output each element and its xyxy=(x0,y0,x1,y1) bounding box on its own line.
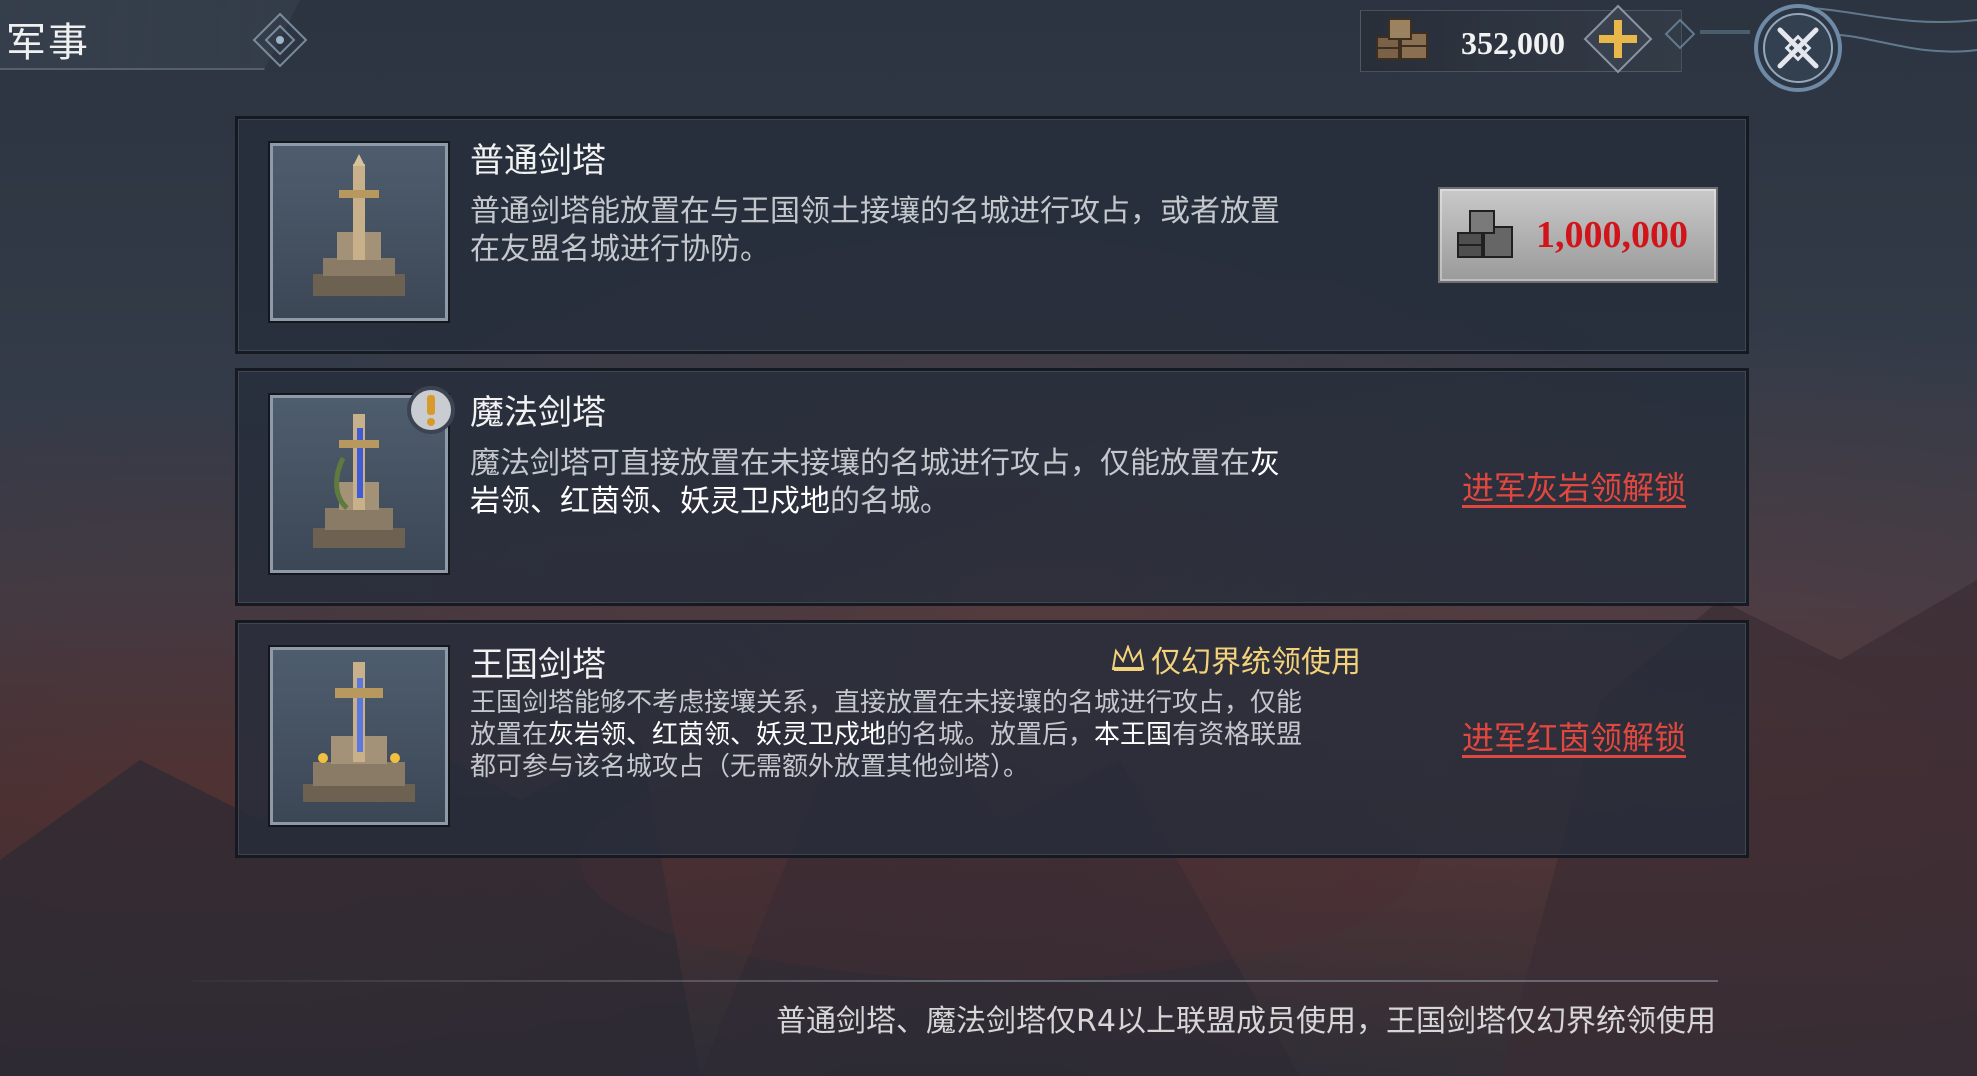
kingdom-sword-tower-icon xyxy=(303,662,415,802)
description-line: 魔法剑塔可直接放置在未接壤的名城进行攻占，仅能放置在灰 xyxy=(470,445,1400,483)
region-highlight: 岩领、红茵领、妖灵卫戍地 xyxy=(470,484,830,519)
close-button[interactable] xyxy=(1752,2,1844,94)
description-line: 普通剑塔能放置在与王国领土接壤的名城进行攻占，或者放置 xyxy=(470,194,1280,229)
footer-note: 普通剑塔、魔法剑塔仅R4以上联盟成员使用，王国剑塔仅幻界统领使用 xyxy=(776,1004,1716,1039)
card-title: 魔法剑塔 xyxy=(470,393,606,433)
description-text: 有资格联盟 xyxy=(1172,720,1303,750)
region-highlight: 灰岩领、红茵领、妖灵卫戍地 xyxy=(548,720,887,750)
sword-tower-icon xyxy=(313,154,405,296)
resource-value: 352,000 xyxy=(1461,25,1565,61)
restriction-text: 仅幻界统领使用 xyxy=(1151,645,1361,680)
card-description: 普通剑塔能放置在与王国领土接壤的名城进行攻占，或者放置 在友盟名城进行协防。 xyxy=(470,193,1400,269)
unlock-link[interactable]: 进军灰岩领解锁 xyxy=(1462,463,1686,509)
add-resource-button[interactable] xyxy=(1583,4,1653,74)
card-title: 王国剑塔 xyxy=(470,645,606,685)
exclamation-icon[interactable] xyxy=(406,385,456,435)
region-highlight: 本王国 xyxy=(1094,720,1173,750)
diamond-ornament-icon xyxy=(252,12,308,68)
cost-value: 1,000,000 xyxy=(1536,214,1688,256)
region-highlight: 灰 xyxy=(1250,446,1280,481)
restriction-label: 仅幻界统领使用 xyxy=(1111,637,1361,681)
description-text: 的名城。放置后， xyxy=(886,720,1095,750)
build-cost-button[interactable]: 1,000,000 xyxy=(1438,187,1718,283)
supply-crates-icon xyxy=(1457,210,1513,258)
description-text: 魔法剑塔可直接放置在未接壤的名城进行攻占，仅能放置在 xyxy=(470,446,1250,481)
tower-card-kingdom: 王国剑塔 仅幻界统领使用 王国剑塔能够不考虑接壤关系，直接放置在未接壤的名城进行… xyxy=(235,620,1749,858)
normal-tower-image xyxy=(270,143,448,321)
card-description: 魔法剑塔可直接放置在未接壤的名城进行攻占，仅能放置在灰 岩领、红茵领、妖灵卫戍地… xyxy=(470,445,1400,521)
description-line: 王国剑塔能够不考虑接壤关系，直接放置在未接壤的名城进行攻占，仅能 xyxy=(470,688,1303,718)
description-line: 放置在灰岩领、红茵领、妖灵卫戍地的名城。放置后，本王国有资格联盟 xyxy=(470,719,1410,751)
unlock-link[interactable]: 进军红茵领解锁 xyxy=(1462,713,1686,759)
description-line: 在友盟名城进行协防。 xyxy=(470,232,770,267)
card-title: 普通剑塔 xyxy=(470,141,606,181)
page-title: 军事 xyxy=(6,20,90,66)
tower-card-normal: 普通剑塔 普通剑塔能放置在与王国领土接壤的名城进行攻占，或者放置 在友盟名城进行… xyxy=(235,116,1749,354)
supply-crates-icon xyxy=(1376,18,1428,60)
description-text: 的名城。 xyxy=(830,484,950,519)
description-line: 岩领、红茵领、妖灵卫戍地的名城。 xyxy=(470,483,1400,521)
tower-card-magic: 魔法剑塔 魔法剑塔可直接放置在未接壤的名城进行攻占，仅能放置在灰 岩领、红茵领、… xyxy=(235,368,1749,606)
description-text: 放置在 xyxy=(470,720,549,750)
footer-divider xyxy=(193,980,1718,982)
crown-icon xyxy=(1111,645,1145,671)
card-description: 王国剑塔能够不考虑接壤关系，直接放置在未接壤的名城进行攻占，仅能 放置在灰岩领、… xyxy=(470,687,1410,783)
description-line: 都可参与该名城攻占（无需额外放置其他剑塔）。 xyxy=(470,752,1030,782)
kingdom-tower-image xyxy=(270,647,448,825)
